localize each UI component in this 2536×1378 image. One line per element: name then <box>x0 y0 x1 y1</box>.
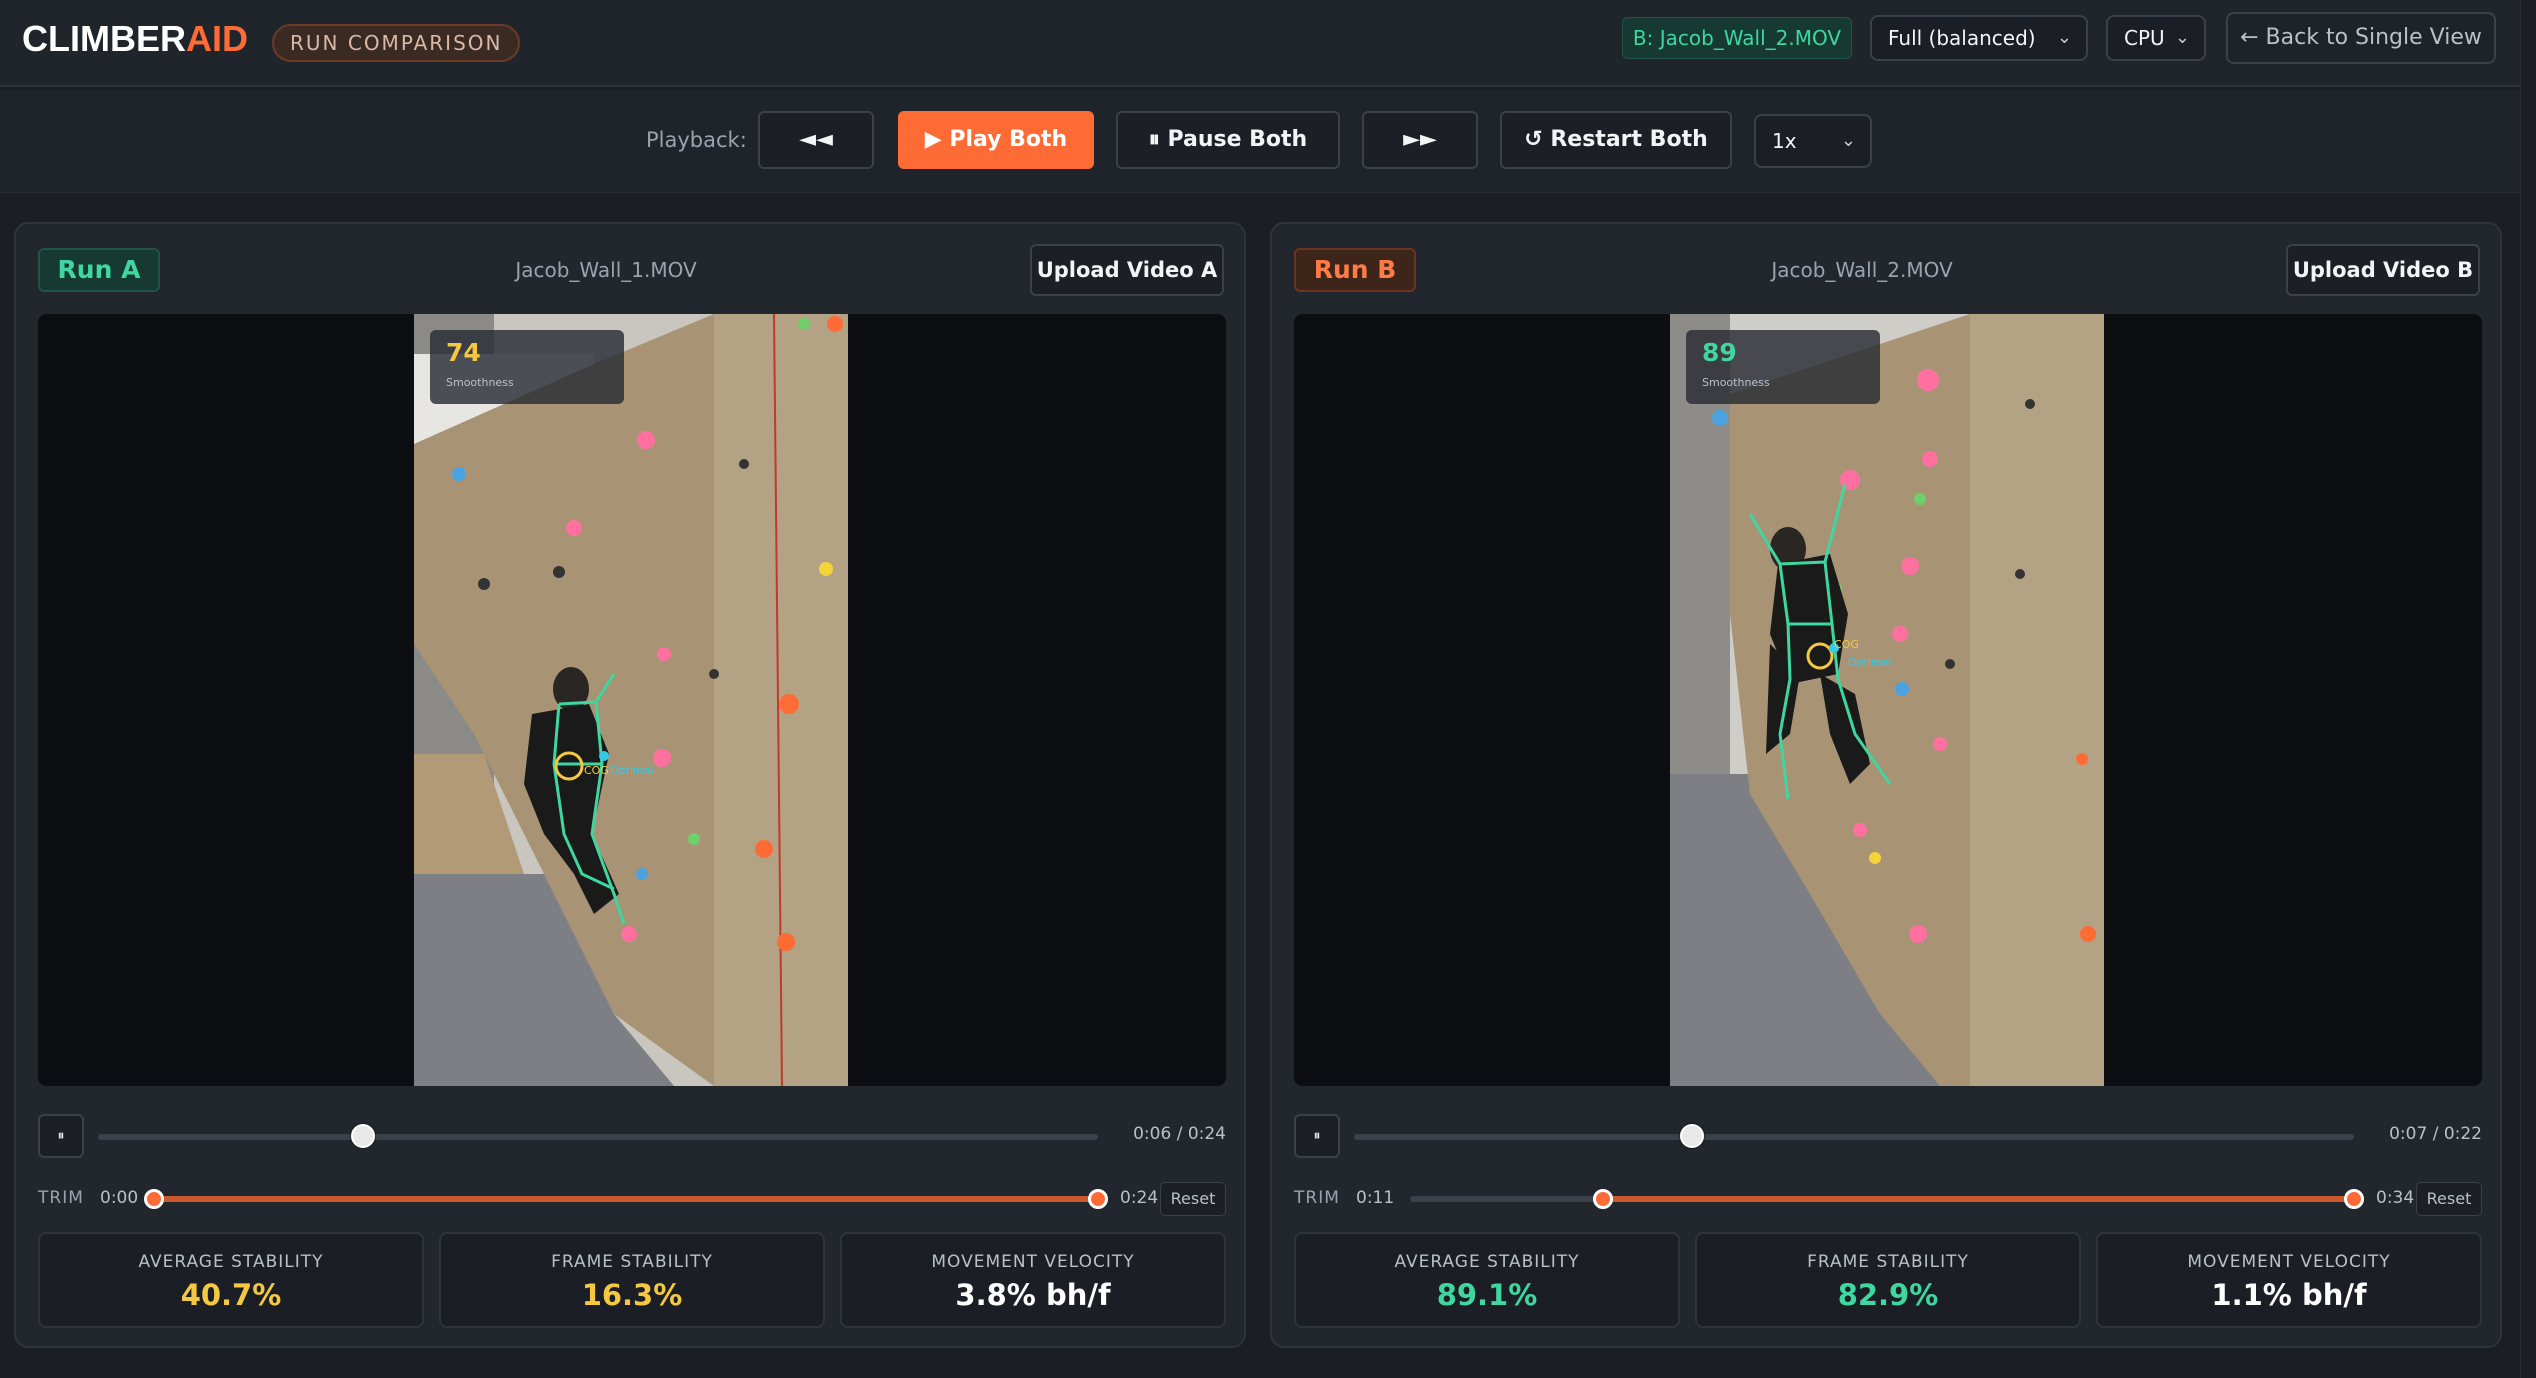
stat-value: 1.1% bh/f <box>2211 1278 2367 1312</box>
run-a-panel: Run A Jacob_Wall_1.MOV Upload Video A CO… <box>14 222 1246 1348</box>
stat-title: MOVEMENT VELOCITY <box>931 1252 1135 1272</box>
device-select[interactable]: CPU ⌄ <box>2106 15 2206 61</box>
upload-video-b-button[interactable]: Upload Video B <box>2286 244 2480 296</box>
run-b-video[interactable]: COG Optimal 89 Smoothness <box>1294 314 2482 1086</box>
trim-start-time: 0:11 <box>1356 1188 1395 1208</box>
run-b-filename: Jacob_Wall_2.MOV <box>1771 258 1953 282</box>
trim-end-handle[interactable] <box>1088 1189 1108 1209</box>
run-b-reset-button[interactable]: Reset <box>2416 1182 2482 1216</box>
stat-value: 89.1% <box>1436 1278 1538 1312</box>
stat-title: MOVEMENT VELOCITY <box>2187 1252 2391 1272</box>
frame-stability-card: FRAME STABILITY 16.3% <box>439 1232 825 1328</box>
trim-end-time: 0:34 <box>2376 1188 2415 1208</box>
page-scrollbar[interactable] <box>2520 0 2536 1378</box>
run-a-seek-slider[interactable] <box>98 1124 1098 1148</box>
run-a-reset-button[interactable]: Reset <box>1160 1182 1226 1216</box>
trim-label: TRIM <box>1294 1188 1340 1208</box>
run-a-trim-slider[interactable] <box>144 1189 1108 1209</box>
cog-label: COG <box>1834 638 1859 651</box>
average-stability-card: AVERAGE STABILITY 89.1% <box>1294 1232 1680 1328</box>
trim-end-handle[interactable] <box>2344 1189 2364 1209</box>
trim-start-handle[interactable] <box>1592 1189 1613 1209</box>
trim-start-time: 0:00 <box>100 1188 139 1208</box>
run-b-stats: AVERAGE STABILITY 89.1% FRAME STABILITY … <box>1294 1232 2482 1328</box>
restart-both-button[interactable]: ↺ Restart Both <box>1500 111 1732 169</box>
seek-thumb[interactable] <box>1680 1124 1704 1148</box>
run-b-seek-slider[interactable] <box>1354 1124 2354 1148</box>
run-a-trim: TRIM 0:00 0:24 Reset <box>38 1182 1226 1216</box>
stat-value: 40.7% <box>180 1278 282 1312</box>
speed-select-value: 1x <box>1772 129 1797 153</box>
speed-select[interactable]: 1x ⌄ <box>1754 114 1872 168</box>
smoothness-overlay: 74 Smoothness <box>430 330 624 404</box>
pause-both-button[interactable]: ⏸ Pause Both <box>1116 111 1340 169</box>
run-b-video-frame: COG Optimal 89 Smoothness <box>1670 314 2104 1086</box>
back-to-single-view-button[interactable]: ← Back to Single View <box>2226 12 2496 64</box>
seek-thumb[interactable] <box>351 1124 375 1148</box>
stat-title: AVERAGE STABILITY <box>1394 1252 1580 1272</box>
app-header: CLIMBERAID RUN COMPARISON B: Jacob_Wall_… <box>0 0 2520 87</box>
optimal-label: Optimal <box>1848 656 1892 669</box>
run-b-time: 0:07 / 0:22 <box>2389 1124 2482 1144</box>
smoothness-score: 74 <box>446 338 481 367</box>
cog-label: COG <box>584 764 609 777</box>
run-b-panel: Run B Jacob_Wall_2.MOV Upload Video B CO… <box>1270 222 2502 1348</box>
trim-start-handle[interactable] <box>144 1189 164 1209</box>
movement-velocity-card: MOVEMENT VELOCITY 1.1% bh/f <box>2096 1232 2482 1328</box>
quality-select[interactable]: Full (balanced) ⌄ <box>1870 15 2088 61</box>
fast-forward-button[interactable]: ►► <box>1362 111 1478 169</box>
smoothness-label: Smoothness <box>1702 376 1770 389</box>
run-b-controls: ⏸ 0:07 / 0:22 <box>1294 1114 2482 1158</box>
mode-badge: RUN COMPARISON <box>272 24 521 62</box>
trim-selection <box>1602 1196 2354 1202</box>
play-both-button[interactable]: ▶ Play Both <box>898 111 1094 169</box>
smoothness-overlay: 89 Smoothness <box>1686 330 1880 404</box>
app-logo: CLIMBERAID <box>22 18 248 59</box>
run-a-time: 0:06 / 0:24 <box>1133 1124 1226 1144</box>
chevron-down-icon: ⌄ <box>1840 130 1856 151</box>
stat-value: 3.8% bh/f <box>955 1278 1111 1312</box>
run-a-video-frame: COG Optimal 74 Smoothness <box>414 314 848 1086</box>
rewind-button[interactable]: ◄◄ <box>758 111 874 169</box>
run-b-climb-image: COG Optimal <box>1670 314 2104 1086</box>
stat-title: FRAME STABILITY <box>1807 1252 1969 1272</box>
run-a-tag: Run A <box>38 248 160 292</box>
trim-selection <box>154 1196 1098 1202</box>
run-b-trim-slider[interactable] <box>1410 1189 2364 1209</box>
quality-select-value: Full (balanced) <box>1888 26 2036 50</box>
run-a-pause-button[interactable]: ⏸ <box>38 1114 84 1158</box>
run-b-pause-button[interactable]: ⏸ <box>1294 1114 1340 1158</box>
trim-label: TRIM <box>38 1188 84 1208</box>
trim-end-time: 0:24 <box>1120 1188 1159 1208</box>
stat-value: 16.3% <box>581 1278 683 1312</box>
video-b-chip: B: Jacob_Wall_2.MOV <box>1622 17 1852 59</box>
smoothness-score: 89 <box>1702 338 1737 367</box>
run-a-climb-image: COG Optimal <box>414 314 848 1086</box>
stat-value: 82.9% <box>1837 1278 1939 1312</box>
run-b-tag: Run B <box>1294 248 1416 292</box>
stat-title: AVERAGE STABILITY <box>138 1252 324 1272</box>
movement-velocity-card: MOVEMENT VELOCITY 3.8% bh/f <box>840 1232 1226 1328</box>
device-select-value: CPU <box>2124 26 2165 50</box>
run-a-stats: AVERAGE STABILITY 40.7% FRAME STABILITY … <box>38 1232 1226 1328</box>
run-a-controls: ⏸ 0:06 / 0:24 <box>38 1114 1226 1158</box>
optimal-label: Optimal <box>610 764 654 777</box>
run-a-video[interactable]: COG Optimal 74 Smoothness <box>38 314 1226 1086</box>
playback-label: Playback: <box>646 128 747 152</box>
run-a-filename: Jacob_Wall_1.MOV <box>515 258 697 282</box>
chevron-down-icon: ⌄ <box>2056 27 2072 48</box>
frame-stability-card: FRAME STABILITY 82.9% <box>1695 1232 2081 1328</box>
stat-title: FRAME STABILITY <box>551 1252 713 1272</box>
upload-video-a-button[interactable]: Upload Video A <box>1030 244 1224 296</box>
smoothness-label: Smoothness <box>446 376 514 389</box>
chevron-down-icon: ⌄ <box>2174 27 2190 48</box>
average-stability-card: AVERAGE STABILITY 40.7% <box>38 1232 424 1328</box>
run-b-trim: TRIM 0:11 0:34 Reset <box>1294 1182 2482 1216</box>
